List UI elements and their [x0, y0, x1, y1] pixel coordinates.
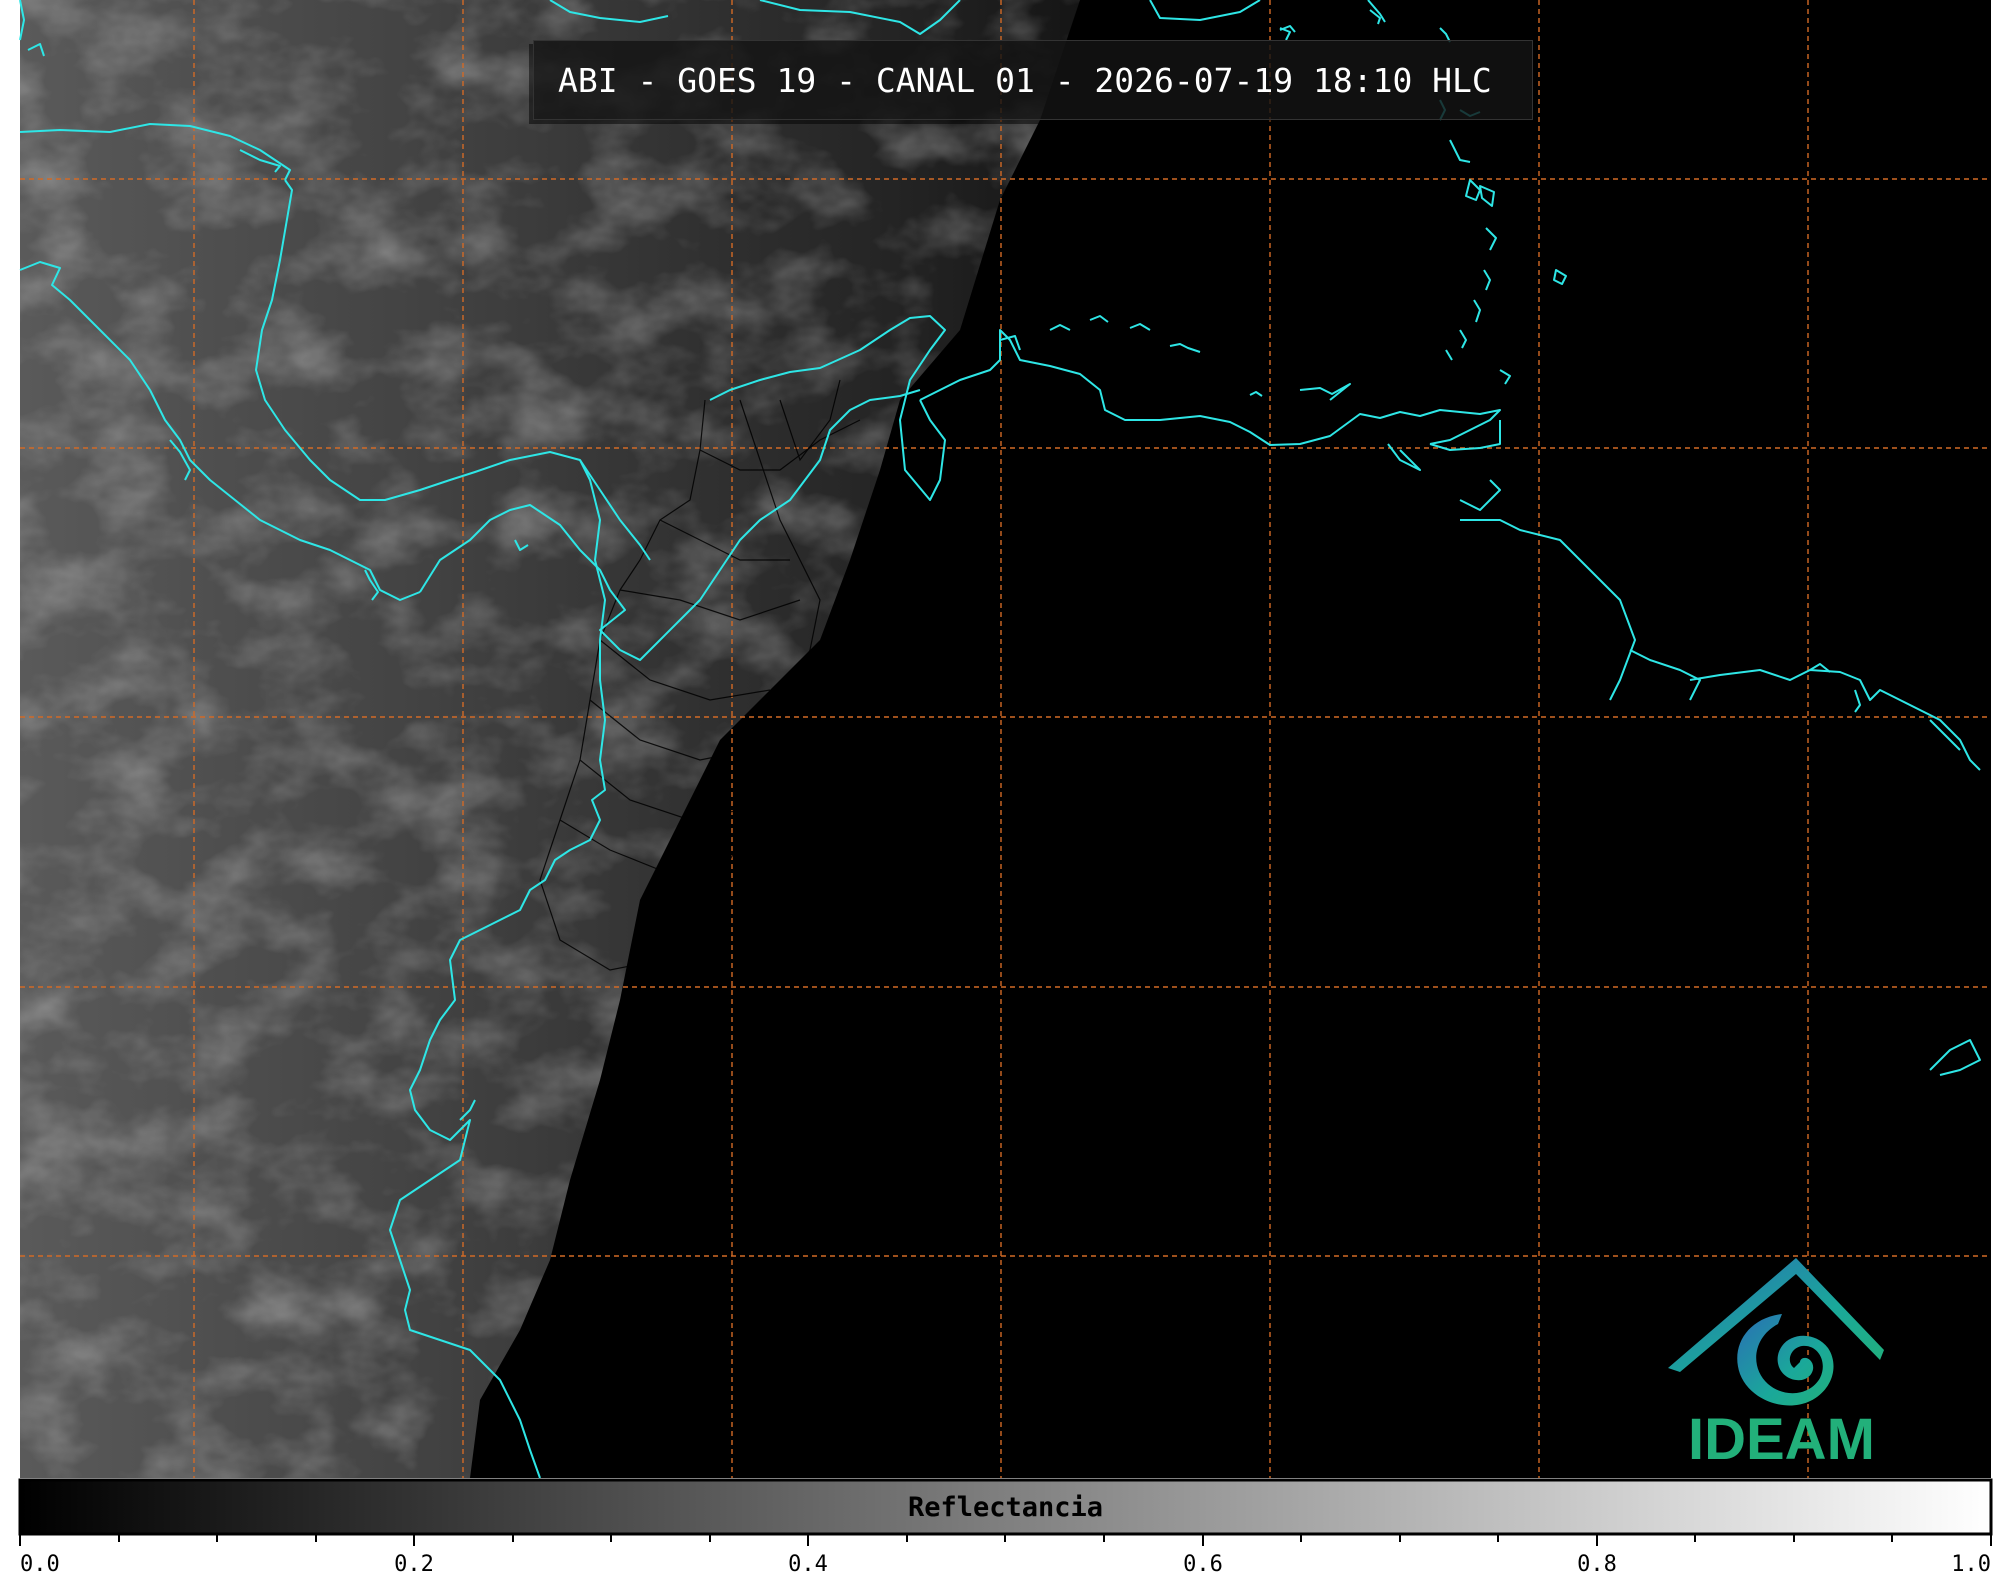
colorbar-label: Reflectancia — [907, 1492, 1104, 1523]
logo-text: IDEAM — [1688, 1407, 1875, 1472]
map-title: ABI - GOES 19 - CANAL 01 - 2026-07-19 18… — [533, 40, 1533, 120]
satellite-map — [18, 0, 1993, 1546]
colorbar-tick-label: 1.0 — [1951, 1552, 1991, 1577]
colorbar-tick-label: 0.6 — [1183, 1552, 1223, 1577]
colorbar-tick-label: 0.4 — [788, 1552, 828, 1577]
colorbar-ticks — [19, 1534, 1992, 1546]
colorbar-tick-label: 0.8 — [1577, 1552, 1617, 1577]
colorbar-tick-label: 0.2 — [394, 1552, 434, 1577]
colorbar-tick-label: 0.0 — [20, 1552, 60, 1577]
